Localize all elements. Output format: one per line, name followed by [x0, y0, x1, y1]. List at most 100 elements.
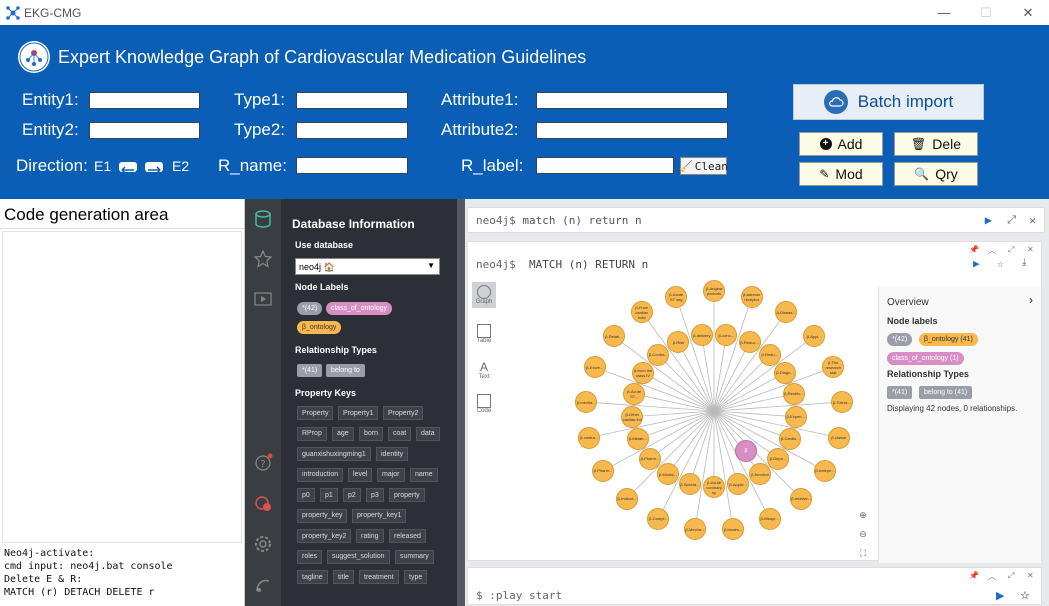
property-key-tag[interactable]: title: [333, 570, 354, 584]
batch-import-button[interactable]: Batch import: [793, 84, 984, 120]
help-icon[interactable]: ?: [253, 453, 273, 473]
relationship-type-pill[interactable]: *(41): [297, 364, 323, 377]
favorites-star-icon[interactable]: [253, 249, 273, 269]
entity2-input[interactable]: [89, 122, 200, 139]
query-button[interactable]: 🔍 Qry: [894, 162, 978, 186]
tab-text[interactable]: A Text: [472, 360, 496, 380]
property-key-tag[interactable]: p1: [320, 488, 338, 502]
graph-canvas[interactable]: β β-Angina pectoris β-conc... β-adrener re…: [500, 280, 875, 560]
property-key-tag[interactable]: tagline: [297, 570, 328, 584]
graph-node[interactable]: β-Compl...: [647, 507, 670, 530]
graph-node[interactable]: β-classe: [827, 426, 850, 449]
graph-node[interactable]: β-contra...: [578, 426, 601, 449]
maximize-button[interactable]: ☐: [965, 0, 1007, 25]
zoom-out-icon[interactable]: ⊖: [856, 527, 870, 541]
graph-node[interactable]: β-Acute ST seg: [665, 285, 688, 308]
graph-node[interactable]: β-Indepe...: [813, 459, 836, 482]
rname-input[interactable]: [296, 157, 408, 174]
node-label-pill[interactable]: β_ontology: [297, 321, 342, 334]
database-icon[interactable]: [253, 209, 273, 229]
property-key-tag[interactable]: level: [348, 467, 373, 482]
tab-code[interactable]: Code: [472, 394, 496, 414]
graph-hub-node[interactable]: β: [735, 440, 757, 462]
property-key-tag[interactable]: suggest_solution: [327, 549, 390, 564]
property-key-tag[interactable]: treatment: [359, 570, 399, 584]
tab-graph[interactable]: Graph: [472, 282, 496, 308]
entity1-input[interactable]: [89, 92, 200, 109]
graph-node[interactable]: β-Excre...: [583, 356, 606, 379]
graph-node[interactable]: β-Other cardiac ind: [621, 405, 644, 428]
property-key-tag[interactable]: type: [404, 570, 428, 584]
property-key-tag[interactable]: summary: [395, 549, 434, 564]
attribute1-input[interactable]: [536, 92, 728, 109]
graph-node[interactable]: β-Reduc...: [738, 331, 761, 354]
close-button[interactable]: ✕: [1007, 0, 1049, 25]
modify-button[interactable]: ✎ Mod: [799, 162, 883, 186]
property-key-tag[interactable]: released: [389, 529, 426, 543]
fit-icon[interactable]: ⛶: [856, 546, 870, 560]
rlabel-input[interactable]: [536, 157, 674, 174]
database-select[interactable]: neo4j 🏠 ▼: [295, 258, 440, 275]
zoom-in-icon[interactable]: ⊕: [856, 508, 870, 522]
property-key-tag[interactable]: major: [377, 467, 405, 482]
overview-node-pill[interactable]: *(42): [887, 333, 913, 346]
graph-node[interactable]: β-Acute ST...: [623, 382, 646, 405]
graph-node[interactable]: β-Metab...: [626, 427, 649, 450]
graph-node[interactable]: β-Indicat...: [615, 487, 638, 510]
graph-node[interactable]: β-Pharm...: [638, 447, 661, 470]
graph-node[interactable]: β-Expen...: [784, 405, 807, 428]
property-key-tag[interactable]: born: [359, 426, 384, 441]
relationship-type-pill[interactable]: belong to: [326, 364, 365, 377]
property-key-tag[interactable]: roles: [297, 549, 323, 564]
close-icon[interactable]: ✕: [1029, 214, 1036, 227]
direction-left-button[interactable]: [119, 162, 137, 174]
attribute2-input[interactable]: [536, 122, 728, 139]
overview-node-pill[interactable]: β_ontology (41): [919, 333, 978, 346]
overview-rel-pill[interactable]: *(41): [887, 386, 913, 399]
sync-disconnected-icon[interactable]: [253, 493, 273, 513]
download-icon[interactable]: ⤓: [1022, 257, 1026, 268]
property-key-tag[interactable]: identity: [376, 447, 409, 461]
favorite-star-icon[interactable]: ☆: [1020, 589, 1030, 602]
property-key-tag[interactable]: p2: [343, 488, 361, 502]
collapse-icon[interactable]: ︿: [988, 571, 996, 582]
chevron-right-icon[interactable]: ›: [1029, 293, 1033, 307]
graph-node[interactable]: β-adrener receptor: [740, 285, 763, 308]
close-frame-icon[interactable]: ✕: [1027, 571, 1034, 580]
graph-node[interactable]: β-Applic...: [727, 473, 750, 496]
graph-node[interactable]: β-Redu...: [758, 343, 781, 366]
graph-node[interactable]: β-Pharm...: [592, 459, 615, 482]
graph-node[interactable]: β-relative...: [790, 487, 813, 510]
property-key-tag[interactable]: property_key1: [352, 508, 407, 523]
graph-node[interactable]: β-from the class IV: [632, 361, 655, 384]
property-key-tag[interactable]: name: [410, 467, 438, 482]
tab-table[interactable]: Table: [472, 324, 496, 344]
graph-node[interactable]: β-Depri...: [767, 447, 790, 470]
expand-icon[interactable]: ⤢: [1007, 213, 1016, 227]
property-key-tag[interactable]: age: [332, 426, 354, 441]
clean-button[interactable]: 🧹 Clean: [679, 157, 728, 175]
pin-icon[interactable]: 📌: [969, 571, 979, 580]
property-key-tag[interactable]: Property: [297, 406, 334, 420]
property-key-tag[interactable]: Property1: [338, 406, 379, 420]
overview-rel-pill[interactable]: belong to (41): [919, 386, 973, 399]
graph-node[interactable]: β-Tolera...: [830, 391, 853, 414]
property-key-tag[interactable]: property_key2: [297, 529, 352, 543]
property-key-tag[interactable]: coat: [388, 426, 412, 441]
property-key-tag[interactable]: property: [389, 488, 425, 502]
overview-node-pill[interactable]: class_of_ontology (1): [887, 352, 964, 365]
graph-node[interactable]: β-Modal...: [656, 463, 679, 486]
property-key-tag[interactable]: p3: [366, 488, 384, 502]
graph-node[interactable]: β-Bisopr...: [758, 507, 781, 530]
code-output-box[interactable]: [2, 231, 242, 543]
minimize-button[interactable]: —: [923, 0, 965, 25]
graph-node[interactable]: β-Restric...: [782, 382, 805, 405]
property-key-tag[interactable]: property_key: [297, 508, 348, 523]
property-key-tag[interactable]: p0: [297, 488, 315, 502]
about-icon[interactable]: [253, 575, 273, 595]
fullscreen-icon[interactable]: ⤢: [1008, 571, 1014, 581]
add-button[interactable]: + Add: [799, 132, 883, 156]
cypher-editor[interactable]: neo4j$ match (n) return n ▶ ⤢ ✕: [467, 207, 1045, 233]
panel-scrollbar[interactable]: [457, 199, 465, 606]
property-key-tag[interactable]: Property2: [383, 406, 424, 420]
